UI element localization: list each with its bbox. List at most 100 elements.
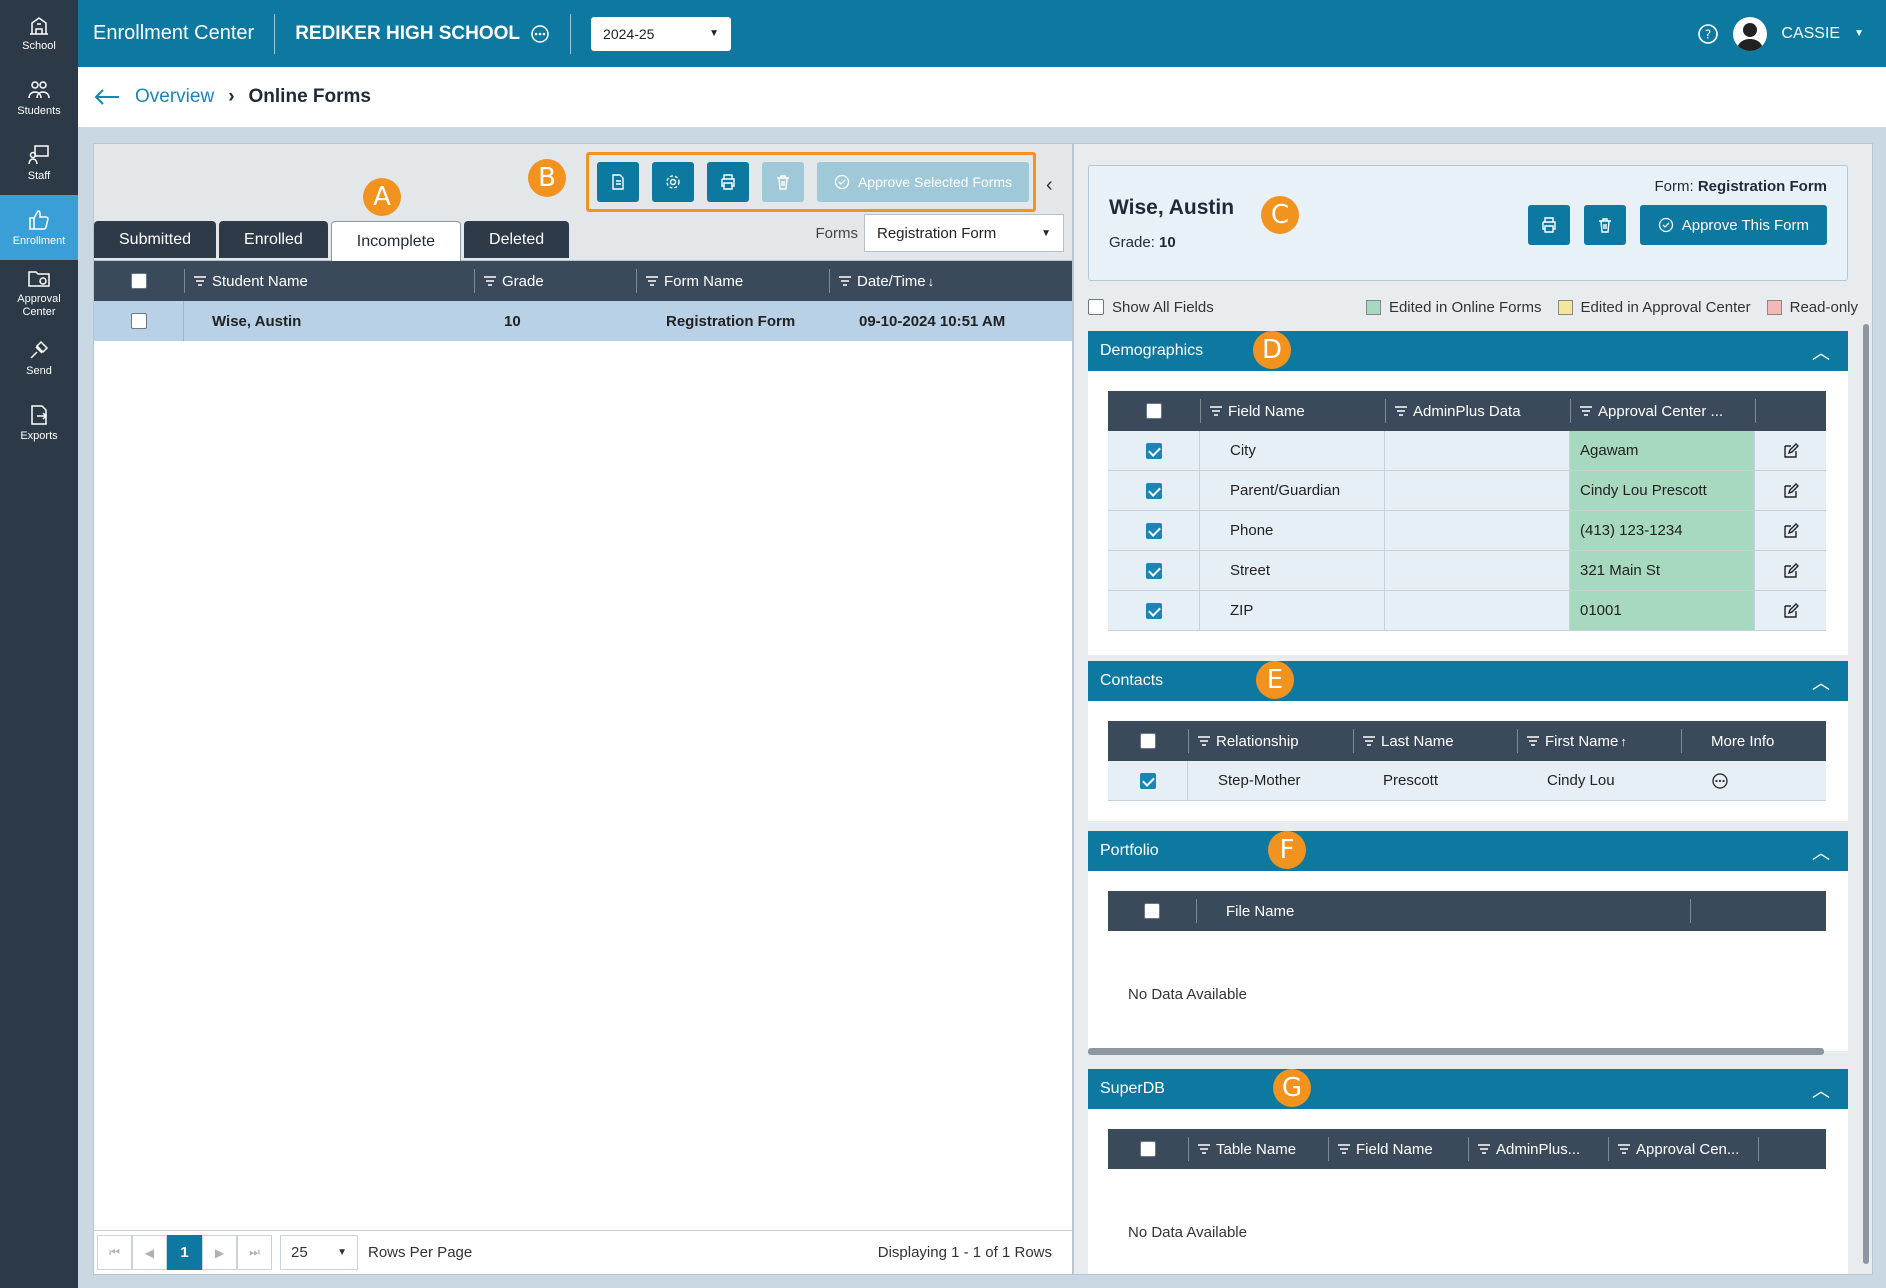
edit-icon[interactable] [1783,442,1799,459]
filter-icon[interactable] [1198,736,1210,746]
chevron-up-icon[interactable]: ︿ [1812,669,1830,695]
print-button[interactable] [707,162,749,202]
table-row[interactable]: ZIP 01001 [1108,591,1826,631]
breadcrumb-overview-link[interactable]: Overview [135,86,214,108]
filter-icon[interactable] [1395,406,1407,416]
row-checkbox[interactable] [130,313,147,329]
select-all-checkbox[interactable] [1146,403,1162,419]
back-arrow-icon[interactable] [93,88,121,106]
collapse-panel-chevron-icon[interactable]: ‹ [1046,174,1053,197]
filter-icon[interactable] [839,276,851,286]
table-row[interactable]: Wise, Austin 10 Registration Form 09-10-… [94,301,1072,341]
col-file-name[interactable]: File Name [1196,891,1690,931]
col-relationship[interactable]: Relationship [1188,721,1353,761]
row-checkbox[interactable] [1145,482,1162,499]
table-row[interactable]: Phone (413) 123-1234 [1108,511,1826,551]
filter-icon[interactable] [194,276,206,286]
settings-button[interactable] [652,162,694,202]
help-icon[interactable]: ? [1697,23,1719,45]
nav-enrollment[interactable]: Enrollment [0,195,78,260]
nav-send[interactable]: Send [0,325,78,390]
filter-icon[interactable] [1618,1144,1630,1154]
show-all-fields-toggle[interactable]: Show All Fields [1088,299,1214,316]
edit-icon[interactable] [1783,482,1799,499]
tab-deleted[interactable]: Deleted [464,221,570,258]
table-row[interactable]: Street 321 Main St [1108,551,1826,591]
filter-active-icon[interactable] [646,276,658,286]
nav-approval-center[interactable]: Approval Center [0,260,78,325]
chevron-up-icon[interactable]: ︿ [1812,839,1830,865]
select-all-checkbox[interactable] [1140,1141,1156,1157]
table-row[interactable]: Step-Mother Prescott Cindy Lou [1108,761,1826,801]
superdb-header[interactable]: SuperDB ︿ [1088,1069,1848,1109]
col-last-name[interactable]: Last Name [1353,721,1517,761]
filter-icon[interactable] [1338,1144,1350,1154]
school-selector[interactable]: REDIKER HIGH SCHOOL [275,13,572,54]
row-checkbox[interactable] [1145,442,1162,459]
delete-button[interactable] [762,162,804,202]
portfolio-header[interactable]: Portfolio ︿ [1088,831,1848,871]
row-checkbox[interactable] [1145,562,1162,579]
select-all-checkbox[interactable] [1144,903,1160,919]
user-menu-caret-icon[interactable]: ▼ [1854,28,1864,39]
filter-icon[interactable] [1580,406,1592,416]
nav-school[interactable]: School [0,0,78,65]
delete-form-button[interactable] [1583,205,1626,245]
filter-icon[interactable] [1363,736,1375,746]
last-page-button[interactable]: ⏭ [237,1235,272,1270]
tab-enrolled[interactable]: Enrolled [219,221,328,258]
show-all-fields-checkbox[interactable] [1088,299,1104,315]
filter-icon[interactable] [1478,1144,1490,1154]
chevron-up-icon[interactable]: ︿ [1812,1077,1830,1103]
nav-exports[interactable]: Exports [0,390,78,455]
next-page-button[interactable]: ▶ [202,1235,237,1270]
col-field-name[interactable]: Field Name [1200,391,1385,431]
col-field-name[interactable]: Field Name [1328,1129,1468,1169]
col-grade[interactable]: Grade [474,261,636,301]
filter-icon[interactable] [484,276,496,286]
chevron-up-icon[interactable]: ︿ [1812,339,1830,365]
prev-page-button[interactable]: ◀ [132,1235,167,1270]
select-all-checkbox[interactable] [1140,733,1156,749]
table-row[interactable]: Parent/Guardian Cindy Lou Prescott [1108,471,1826,511]
col-adminplus[interactable]: AdminPlus Data [1385,391,1570,431]
edit-icon[interactable] [1783,522,1799,539]
col-approval-center[interactable]: Approval Cen... [1608,1129,1758,1169]
row-checkbox[interactable] [1139,772,1156,789]
avatar[interactable] [1733,16,1768,51]
forms-dropdown[interactable]: Registration Form ▼ [864,214,1064,252]
col-table-name[interactable]: Table Name [1188,1129,1328,1169]
edit-icon[interactable] [1783,602,1799,619]
col-student-name[interactable]: Student Name [184,261,474,301]
edit-icon[interactable] [1783,562,1799,579]
approve-this-form-button[interactable]: Approve This Form [1639,205,1827,245]
nav-staff[interactable]: Staff [0,130,78,195]
row-checkbox[interactable] [1145,522,1162,539]
first-page-button[interactable]: ⏮ [97,1235,132,1270]
contacts-header[interactable]: Contacts ︿ [1088,661,1848,701]
horizontal-scrollbar[interactable] [1088,1048,1824,1055]
rows-per-page-dropdown[interactable]: 25 ▼ [280,1235,358,1270]
vertical-scrollbar[interactable] [1863,324,1869,1264]
more-options-icon[interactable] [1711,772,1729,790]
tab-submitted[interactable]: Submitted [94,221,217,258]
nav-students[interactable]: Students [0,65,78,130]
col-datetime[interactable]: Date/Time ↓ [829,261,1070,301]
col-approval-center[interactable]: Approval Center ... [1570,391,1755,431]
more-options-icon[interactable] [530,24,550,44]
demographics-header[interactable]: Demographics ︿ [1088,331,1848,371]
col-form-name[interactable]: Form Name [636,261,829,301]
table-row[interactable]: City Agawam [1108,431,1826,471]
print-form-button[interactable] [1527,205,1570,245]
row-checkbox[interactable] [1145,602,1162,619]
user-name[interactable]: CASSIE [1781,25,1840,43]
current-page[interactable]: 1 [167,1235,202,1270]
filter-icon[interactable] [1527,736,1539,746]
filter-icon[interactable] [1198,1144,1210,1154]
filter-icon[interactable] [1210,406,1222,416]
school-year-dropdown[interactable]: 2024-25 ▼ [591,16,732,51]
approve-selected-forms-button[interactable]: Approve Selected Forms [817,162,1029,202]
col-adminplus[interactable]: AdminPlus... [1468,1129,1608,1169]
select-all-checkbox[interactable] [131,273,147,289]
view-form-button[interactable] [597,162,639,202]
